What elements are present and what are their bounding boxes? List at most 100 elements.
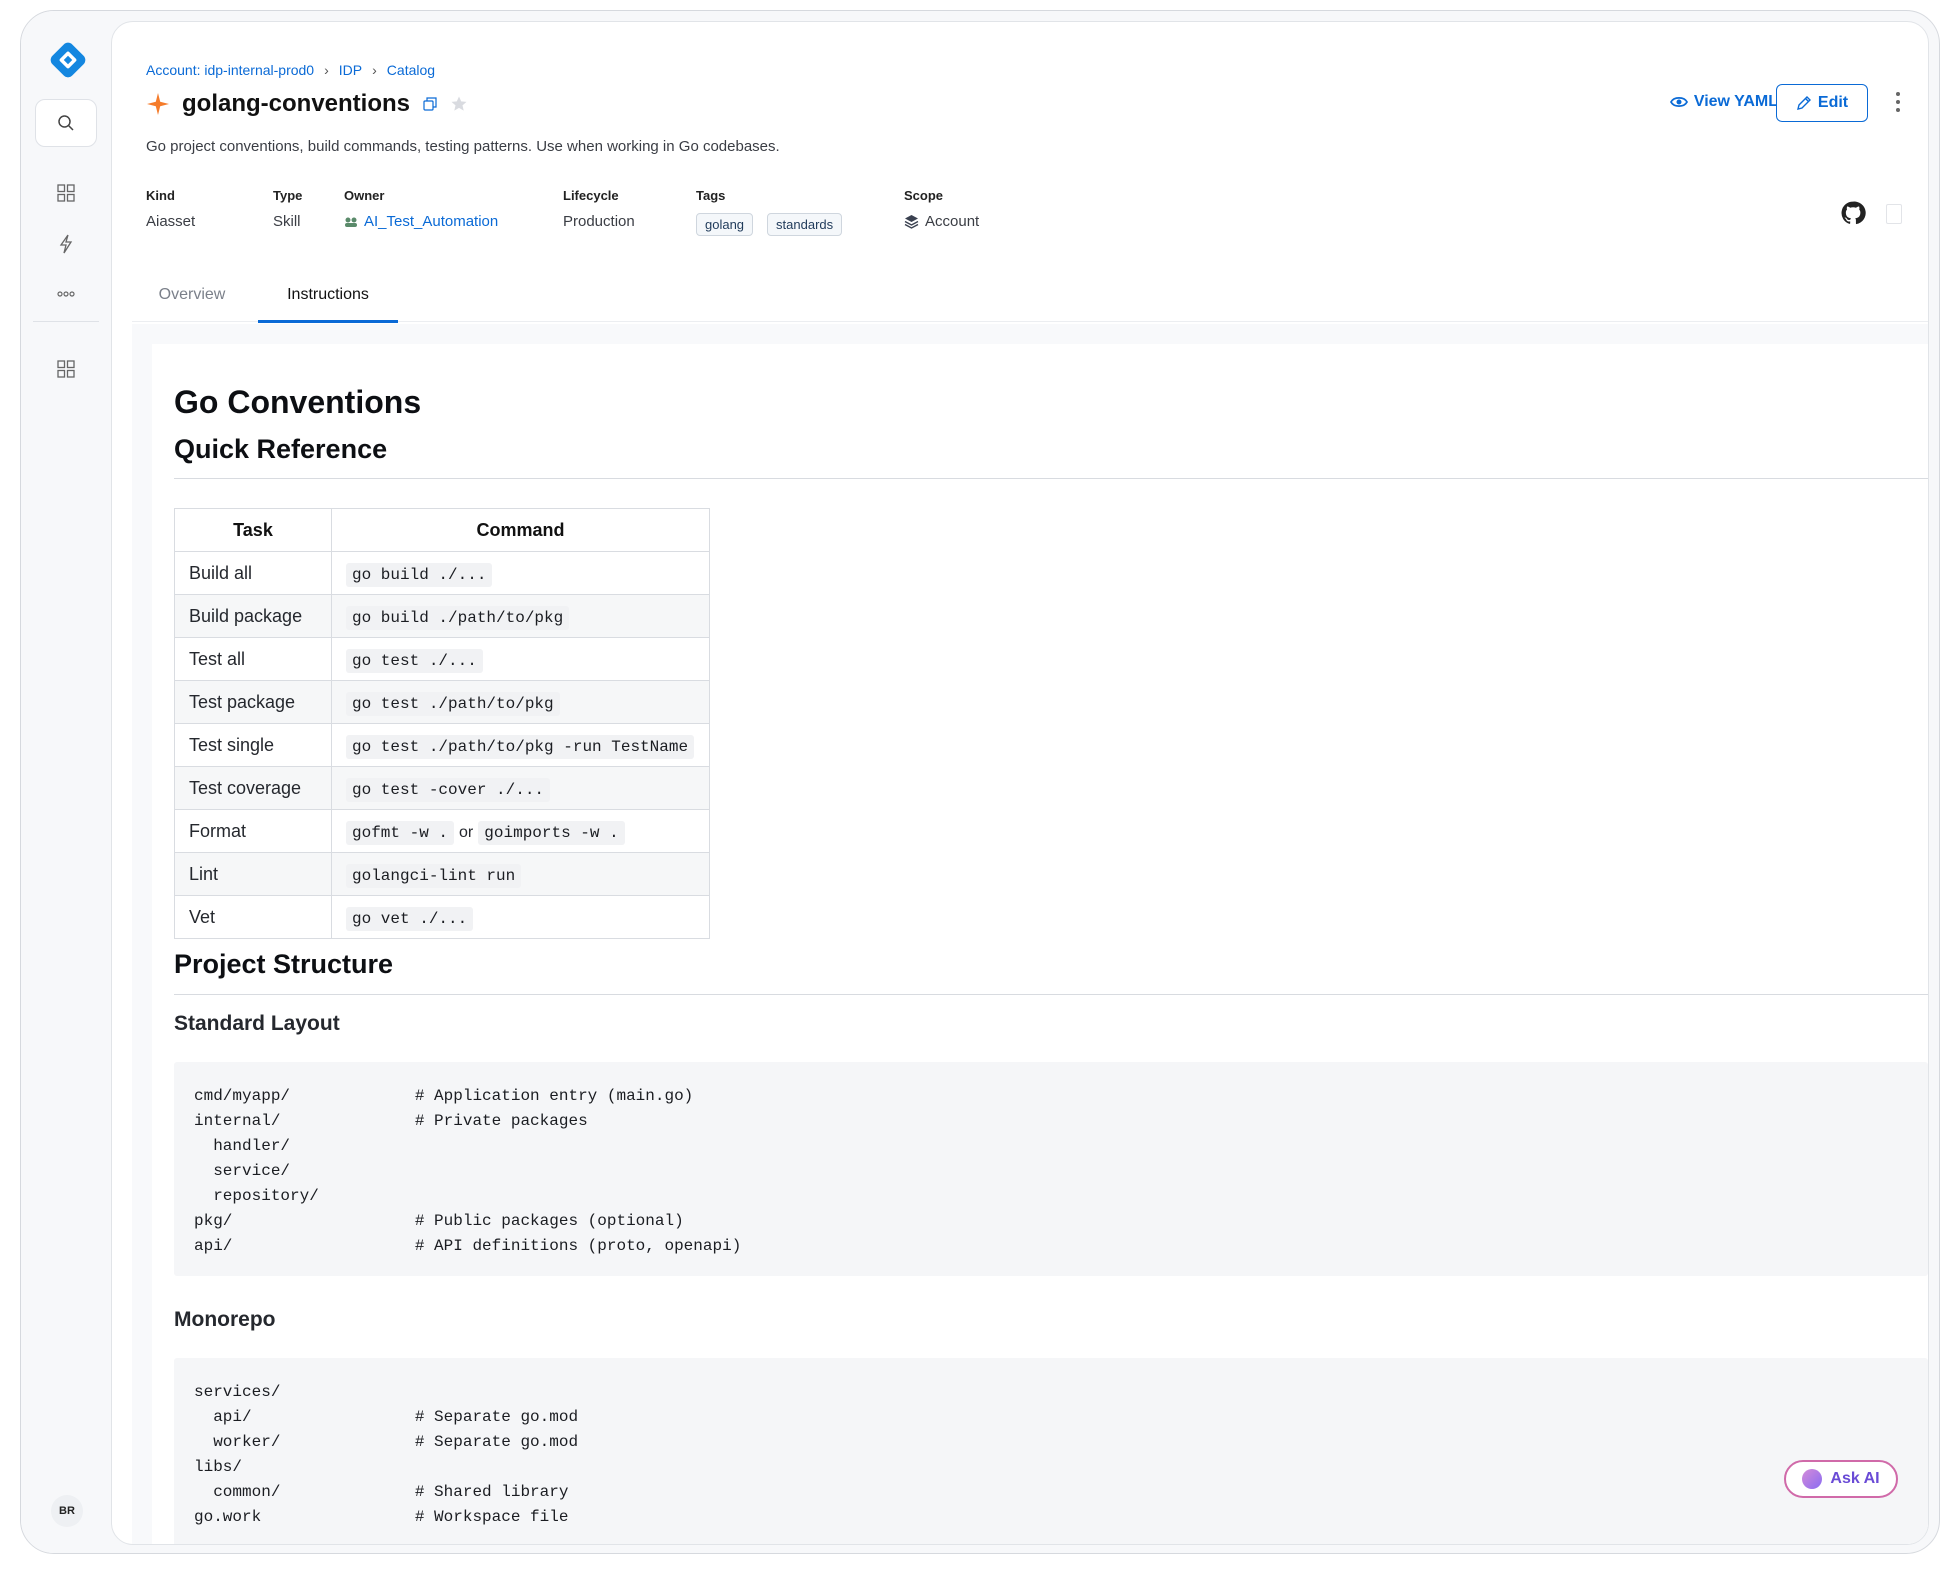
code-block-monorepo: services/ api/ # Separate go.mod worker/… (174, 1358, 1928, 1544)
star-icon[interactable] (450, 95, 468, 113)
table-row: Test coverage go test -cover ./... (174, 766, 710, 810)
breadcrumb: Account: idp-internal-prod0 › IDP › Cata… (146, 62, 435, 78)
code-line: service/ (194, 1162, 291, 1180)
view-yaml-button[interactable]: View YAML (1669, 93, 1778, 111)
sparkle-icon (147, 93, 169, 115)
command-cell: go build ./path/to/pkg (331, 594, 710, 638)
table-header-row: Task Command (174, 508, 710, 552)
task-cell: Vet (174, 895, 332, 939)
command-cell: go test -cover ./... (331, 766, 710, 810)
code-line: cmd/myapp/ # Application entry (main.go) (194, 1087, 694, 1105)
code-line: api/ # API definitions (proto, openapi) (194, 1237, 742, 1255)
section-heading-quick-reference: Quick Reference (174, 434, 388, 464)
table-row: Test single go test ./path/to/pkg -run T… (174, 723, 710, 767)
code-line: libs/ (194, 1458, 243, 1476)
meta-scope: Scope Account (904, 188, 979, 230)
meta-type: Type Skill (273, 188, 302, 230)
app-frame: BR Account: idp-internal-prod0 › IDP › C… (20, 10, 1940, 1554)
more-icon[interactable] (49, 277, 83, 311)
command-cell: go build ./... (331, 551, 710, 595)
command-code: go build ./path/to/pkg (346, 605, 570, 630)
table-row: Lint golangci-lint run (174, 852, 710, 896)
code-block-standard-layout: cmd/myapp/ # Application entry (main.go)… (174, 1062, 1928, 1276)
command-code: golangci-lint run (346, 863, 522, 888)
github-icon[interactable] (1840, 200, 1866, 226)
view-yaml-label: View YAML (1693, 93, 1778, 110)
document-icon[interactable] (1886, 204, 1902, 224)
table-row: Vet go vet ./... (174, 895, 710, 939)
tab-bar: Overview Instructions (132, 268, 1928, 323)
task-cell: Test all (174, 637, 332, 681)
meta-owner-label: Owner (344, 188, 385, 203)
meta-type-value: Skill (273, 213, 301, 230)
lightning-icon[interactable] (49, 227, 83, 261)
command-cell: gofmt -w . or goimports -w . (331, 809, 710, 853)
command-code-alt: goimports -w . (478, 820, 625, 845)
code-line: worker/ # Separate go.mod (194, 1433, 579, 1451)
chevron-right-icon: › (372, 62, 377, 78)
breadcrumb-idp[interactable]: IDP (339, 62, 362, 78)
dashboard-icon[interactable] (49, 176, 83, 210)
meta-tags: Tags golang standards (696, 188, 850, 236)
chevron-right-icon: › (324, 62, 329, 78)
copy-icon[interactable] (422, 96, 438, 112)
code-line: api/ # Separate go.mod (194, 1408, 579, 1426)
edit-button[interactable]: Edit (1776, 84, 1868, 122)
ask-ai-button[interactable]: Ask AI (1784, 1460, 1898, 1498)
heading-rule (174, 478, 1928, 479)
column-header: Command (331, 508, 710, 552)
entity-description: Go project conventions, build commands, … (146, 138, 780, 155)
task-cell: Build all (174, 551, 332, 595)
command-cell: go test ./path/to/pkg -run TestName (331, 723, 710, 767)
meta-lifecycle-label: Lifecycle (563, 188, 619, 203)
subheading-standard-layout: Standard Layout (174, 1012, 340, 1035)
heading-rule (174, 994, 1928, 995)
modules-icon[interactable] (49, 352, 83, 386)
app-logo-icon[interactable] (47, 39, 89, 81)
code-line: repository/ (194, 1187, 319, 1205)
quick-reference-table: Task Command Build all go build ./... Bu… (174, 508, 710, 939)
meta-owner-value[interactable]: AI_Test_Automation (344, 213, 498, 230)
code-line: common/ # Shared library (194, 1483, 569, 1501)
command-code: go vet ./... (346, 906, 474, 931)
meta-owner: Owner AI_Test_Automation (344, 188, 498, 230)
meta-kind: Kind Aiasset (146, 188, 195, 230)
meta-scope-value: Account (904, 213, 979, 230)
meta-kind-label: Kind (146, 188, 175, 203)
meta-tags-label: Tags (696, 188, 726, 203)
content-area: Go Conventions Quick Reference Task Comm… (132, 324, 1928, 1544)
layers-icon (904, 215, 919, 229)
command-code: go test -cover ./... (346, 777, 551, 802)
tab-instructions[interactable]: Instructions (258, 268, 398, 323)
command-code: go test ./path/to/pkg (346, 691, 560, 716)
code-line: internal/ # Private packages (194, 1112, 588, 1130)
tab-overview[interactable]: Overview (132, 268, 252, 322)
column-header: Task (174, 508, 332, 552)
ask-ai-label: Ask AI (1830, 1470, 1880, 1487)
owner-link[interactable]: AI_Test_Automation (364, 213, 498, 230)
breadcrumb-account[interactable]: Account: idp-internal-prod0 (146, 62, 314, 78)
breadcrumb-catalog[interactable]: Catalog (387, 62, 435, 78)
tag-chip[interactable]: golang (696, 213, 754, 236)
title-row: golang-conventions (146, 90, 468, 118)
command-cell: go test ./... (331, 637, 710, 681)
task-cell: Format (174, 809, 332, 853)
more-options-icon[interactable] (1892, 88, 1904, 116)
command-code: go build ./... (346, 562, 493, 587)
markdown-document: Go Conventions Quick Reference Task Comm… (152, 344, 1928, 1544)
user-avatar[interactable]: BR (51, 1495, 83, 1527)
tag-chip[interactable]: standards (767, 213, 843, 236)
meta-kind-value: Aiasset (146, 213, 196, 230)
section-heading-project-structure: Project Structure (174, 949, 394, 979)
command-cell: golangci-lint run (331, 852, 710, 896)
task-cell: Test coverage (174, 766, 332, 810)
task-cell: Lint (174, 852, 332, 896)
code-line: services/ (194, 1383, 281, 1401)
meta-lifecycle-value: Production (563, 213, 635, 230)
edit-label: Edit (1817, 94, 1849, 111)
or-text: or (459, 823, 474, 841)
search-button[interactable] (35, 99, 97, 147)
command-cell: go vet ./... (331, 895, 710, 939)
task-cell: Test single (174, 723, 332, 767)
group-icon (345, 217, 357, 227)
